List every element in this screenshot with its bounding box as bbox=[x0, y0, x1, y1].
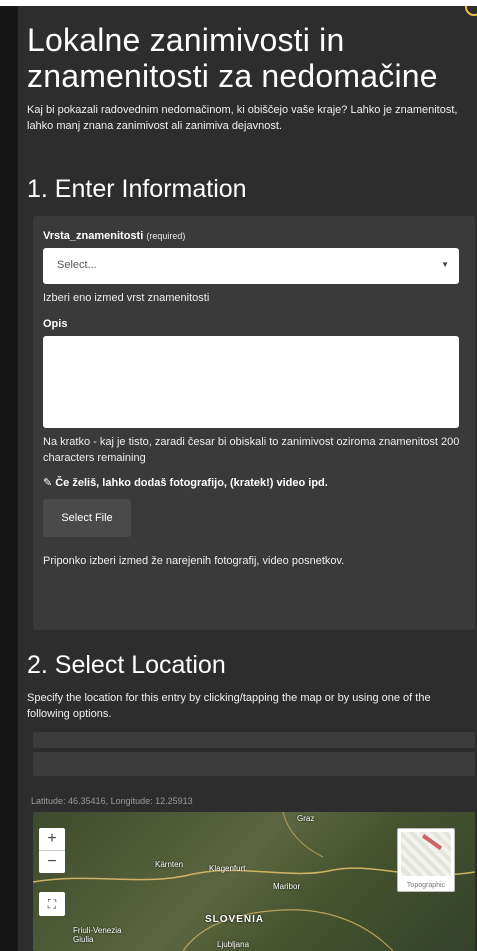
map-label-karnten: Kärnten bbox=[155, 860, 184, 869]
thumbnail-road bbox=[421, 834, 443, 850]
attachment-label-text: Če želiš, lahko dodaš fotografijo, (krat… bbox=[55, 477, 328, 489]
map-label-klagenfurt: Klagenfurt bbox=[209, 864, 246, 873]
type-select-value: Select... bbox=[57, 259, 97, 271]
intro-text: Kaj bi pokazali radovednim nedomačinom, … bbox=[27, 104, 458, 132]
select-file-button[interactable]: Select File bbox=[43, 499, 131, 537]
paperclip-icon: ✎ bbox=[43, 477, 53, 489]
map-label-friuli: Friuli-Venezia Giulia bbox=[73, 926, 122, 944]
chevron-down-icon: ▼ bbox=[441, 260, 449, 269]
information-form: Vrsta_znamenitosti (required) Select... … bbox=[43, 230, 461, 567]
survey-content: Lokalne zanimivosti in znamenitosti za n… bbox=[27, 6, 477, 951]
type-select[interactable]: Select... ▼ bbox=[43, 248, 459, 284]
map-label-slovenia: SLOVENIA bbox=[205, 914, 265, 925]
survey-app: Lokalne zanimivosti in znamenitosti za n… bbox=[0, 6, 477, 951]
basemap-toggle[interactable]: Topographic bbox=[397, 828, 455, 892]
fullscreen-icon[interactable]: ⛶ bbox=[39, 892, 65, 916]
map-label-ljubljana: Ljubljana bbox=[217, 940, 250, 949]
description-field-help: Na kratko - kaj je tisto, zaradi česar b… bbox=[43, 436, 460, 464]
location-map[interactable]: Graz Kärnten Klagenfurt Maribor SLOVENIA… bbox=[33, 812, 475, 951]
section-title-enter-information: 1. Enter Information bbox=[27, 175, 247, 203]
type-field-help: Izberi eno izmed vrst znamenitosti bbox=[43, 292, 210, 304]
map-label-graz: Graz bbox=[297, 814, 315, 823]
location-search-bar[interactable] bbox=[33, 752, 475, 776]
description-textarea[interactable] bbox=[43, 336, 459, 428]
page-title: Lokalne zanimivosti in znamenitosti za n… bbox=[27, 22, 438, 94]
location-description: Specify the location for this entry by c… bbox=[27, 692, 431, 720]
coordinates-readout: Latitude: 46.35416, Longitude: 12.25913 bbox=[31, 796, 193, 806]
information-panel: Vrsta_znamenitosti (required) Select... … bbox=[33, 216, 475, 630]
map-label-maribor: Maribor bbox=[273, 882, 301, 891]
zoom-out-button[interactable]: − bbox=[39, 851, 65, 873]
attachment-label: ✎ Če želiš, lahko dodaš fotografijo, (kra… bbox=[43, 476, 461, 489]
required-marker: (required) bbox=[146, 231, 186, 241]
zoom-in-button[interactable]: + bbox=[39, 828, 65, 851]
left-edge-strip bbox=[0, 6, 18, 951]
zoom-control: + − bbox=[39, 828, 65, 873]
type-field-label: Vrsta_znamenitosti (required) bbox=[43, 230, 461, 242]
location-option-bar[interactable] bbox=[33, 732, 475, 748]
attachment-note: Priponko izberi izmed že narejenih fotog… bbox=[43, 555, 345, 567]
type-field-label-text: Vrsta_znamenitosti bbox=[43, 230, 144, 242]
basemap-label: Topographic bbox=[406, 882, 446, 889]
description-field-label: Opis bbox=[43, 318, 68, 330]
section-title-select-location: 2. Select Location bbox=[27, 651, 226, 679]
basemap-thumbnail bbox=[401, 832, 451, 876]
